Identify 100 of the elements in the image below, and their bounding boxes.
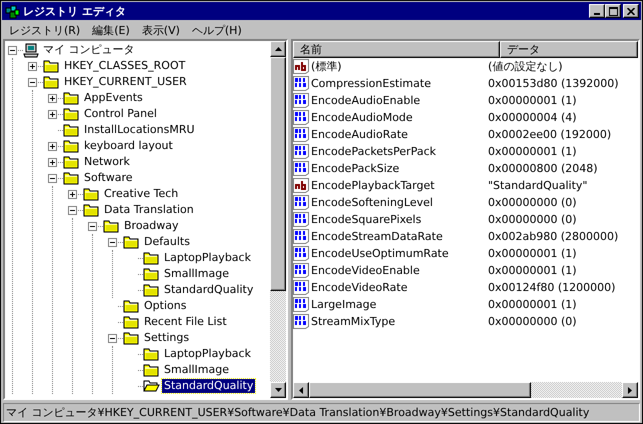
tree-item[interactable]: LaptopPlayback	[162, 251, 253, 265]
value-data: 0x00000000 (0)	[487, 315, 577, 328]
folder-icon	[123, 331, 140, 345]
tree-item[interactable]: StandardQuality	[162, 283, 256, 297]
value-data: "StandardQuality"	[487, 179, 588, 192]
folder-icon	[63, 123, 80, 137]
folder-icon	[143, 283, 160, 297]
value-name[interactable]: LargeImage	[311, 298, 376, 311]
value-name[interactable]: EncodePlaybackTarget	[311, 179, 435, 192]
close-button[interactable]	[623, 4, 639, 18]
collapse-toggle[interactable]	[28, 78, 37, 86]
value-name[interactable]: EncodeVideoEnable	[311, 264, 420, 277]
tree-item[interactable]: Control Panel	[82, 107, 159, 121]
value-name[interactable]: EncodeUseOptimumRate	[311, 247, 449, 260]
value-data: 0x00153d80 (1392000)	[487, 77, 619, 90]
value-data: 0x00000000 (0)	[487, 196, 577, 209]
plus-icon	[69, 190, 76, 198]
folder-icon	[143, 347, 160, 361]
folder-icon	[43, 75, 60, 89]
value-name[interactable]: CompressionEstimate	[311, 77, 431, 90]
computer-icon	[23, 42, 39, 58]
column-header[interactable]: 名前	[293, 41, 500, 58]
value-name[interactable]: EncodeAudioMode	[311, 111, 413, 124]
expand-toggle[interactable]	[48, 94, 57, 102]
menu-item[interactable]: ヘルプ(H)	[186, 22, 248, 38]
menu-item[interactable]: レジストリ(R)	[3, 22, 86, 38]
value-name[interactable]: (標準)	[311, 59, 342, 74]
tree-item[interactable]: LaptopPlayback	[162, 347, 253, 361]
collapse-toggle[interactable]	[48, 174, 57, 182]
tree-item[interactable]: StandardQuality	[162, 379, 256, 393]
vertical-scrollbar[interactable]	[270, 41, 286, 398]
horizontal-scrollbar[interactable]	[293, 382, 638, 398]
folder-icon	[63, 171, 80, 185]
value-name[interactable]: EncodePackSize	[311, 162, 400, 175]
expand-toggle[interactable]	[48, 158, 57, 166]
plus-icon	[49, 110, 56, 118]
folder-icon	[43, 59, 60, 73]
value-data: 0x00000001 (1)	[487, 264, 577, 277]
tree-item[interactable]: マイ コンピュータ	[41, 43, 136, 57]
tree-item[interactable]: SmallImage	[162, 363, 232, 377]
right-arrow-icon	[628, 386, 632, 394]
up-arrow-icon	[274, 47, 282, 51]
tree-item[interactable]: HKEY_CURRENT_USER	[62, 75, 189, 89]
tree-item[interactable]: Creative Tech	[102, 187, 180, 201]
expand-toggle[interactable]	[48, 142, 57, 150]
expand-toggle[interactable]	[48, 110, 57, 118]
value-name[interactable]: EncodePacketsPerPack	[311, 145, 436, 158]
registry-icon	[4, 3, 20, 19]
value-name[interactable]: EncodeStreamDataRate	[311, 230, 443, 243]
maximize-icon	[608, 6, 618, 16]
tree-item[interactable]: AppEvents	[82, 91, 145, 105]
close-icon	[627, 8, 635, 14]
tree-item[interactable]: keyboard layout	[82, 139, 175, 153]
folder-icon	[83, 187, 100, 201]
menu-item[interactable]: 表示(V)	[136, 22, 186, 38]
tree-item[interactable]: Software	[82, 171, 134, 185]
folder-icon	[63, 155, 80, 169]
plus-icon	[49, 142, 56, 150]
folder-icon	[143, 363, 160, 377]
plus-icon	[29, 62, 36, 70]
value-data: 0x00000001 (1)	[487, 94, 577, 107]
tree-item[interactable]: Options	[142, 299, 188, 313]
window-title: レジストリ エディタ	[23, 4, 127, 18]
value-data: 0x002ab980 (2800000)	[487, 230, 618, 243]
collapse-toggle[interactable]	[88, 222, 97, 230]
minimize-button[interactable]	[589, 4, 605, 18]
folder-icon	[103, 219, 120, 233]
tree-item[interactable]: Broadway	[122, 219, 181, 233]
column-header[interactable]: データ	[500, 41, 638, 58]
folder-icon	[63, 139, 80, 153]
collapse-toggle[interactable]	[8, 46, 17, 54]
tree-item[interactable]: Settings	[142, 331, 192, 345]
plus-icon	[49, 158, 56, 166]
value-name[interactable]: EncodeSofteningLevel	[311, 196, 433, 209]
collapse-toggle[interactable]	[108, 334, 117, 342]
tree-item[interactable]: Data Translation	[102, 203, 196, 217]
tree-item[interactable]: HKEY_CLASSES_ROOT	[62, 59, 188, 73]
value-name[interactable]: EncodeSquarePixels	[311, 213, 422, 226]
value-name[interactable]: EncodeVideoRate	[311, 281, 408, 294]
value-name[interactable]: StreamMixType	[311, 315, 396, 328]
value-data: 0x00000001 (1)	[487, 145, 577, 158]
left-arrow-icon	[299, 386, 303, 394]
value-data: 0x00000000 (0)	[487, 213, 577, 226]
expand-toggle[interactable]	[28, 62, 37, 70]
value-name[interactable]: EncodeAudioEnable	[311, 94, 420, 107]
tree-item[interactable]: Defaults	[142, 235, 192, 249]
value-name[interactable]: EncodeAudioRate	[311, 128, 408, 141]
collapse-toggle[interactable]	[108, 238, 117, 246]
value-data: 0x00000001 (1)	[487, 247, 577, 260]
collapse-toggle[interactable]	[68, 206, 77, 214]
tree-item[interactable]: SmallImage	[162, 267, 232, 281]
tree-item[interactable]: Recent File List	[142, 315, 229, 329]
plus-icon	[49, 94, 56, 102]
tree-item[interactable]: Network	[82, 155, 132, 169]
tree-item[interactable]: InstallLocationsMRU	[82, 123, 197, 137]
maximize-button[interactable]	[605, 4, 621, 18]
folder-icon	[143, 267, 160, 281]
value-data: 0x0002ee00 (192000)	[487, 128, 612, 141]
expand-toggle[interactable]	[68, 190, 77, 198]
menu-item[interactable]: 編集(E)	[86, 22, 136, 38]
